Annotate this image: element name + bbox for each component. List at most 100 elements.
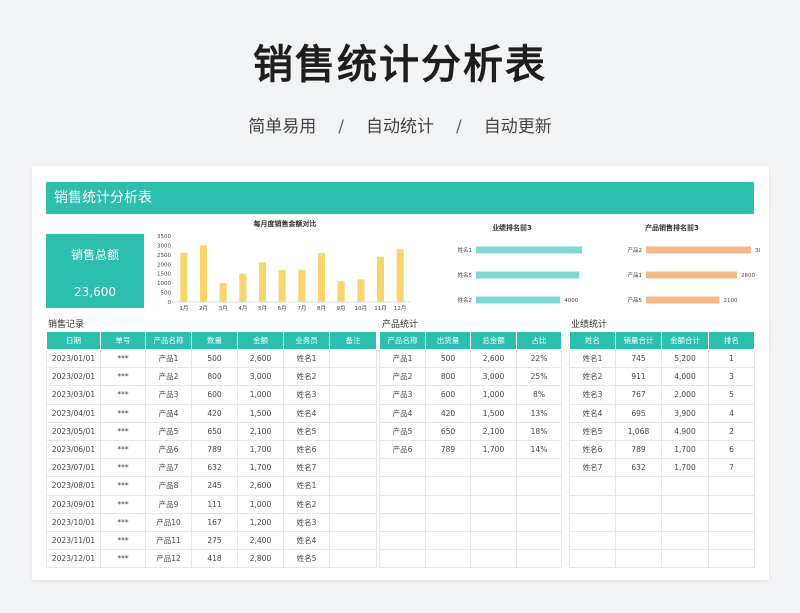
table-cell[interactable]: 产品2: [145, 367, 192, 387]
table-cell[interactable]: 2023/08/01: [46, 476, 101, 496]
table-cell[interactable]: [379, 476, 426, 496]
table-cell[interactable]: 245: [191, 476, 238, 496]
table-cell[interactable]: 3,000: [470, 367, 517, 387]
table-cell[interactable]: 1,500: [470, 403, 517, 423]
table-cell[interactable]: ***: [100, 530, 146, 551]
table-cell[interactable]: [516, 476, 562, 496]
table-cell[interactable]: 产品9: [145, 494, 192, 514]
table-cell[interactable]: 产品1: [145, 348, 192, 369]
table-cell[interactable]: [425, 458, 471, 478]
table-cell[interactable]: 18%: [516, 421, 562, 441]
table-cell[interactable]: [615, 530, 662, 551]
table-cell[interactable]: [329, 421, 377, 441]
table-cell[interactable]: 产品3: [379, 385, 426, 405]
table-cell[interactable]: ***: [100, 512, 146, 532]
table-cell[interactable]: 产品12: [145, 549, 192, 569]
table-cell[interactable]: 650: [425, 421, 471, 441]
table-cell[interactable]: 275: [191, 530, 238, 551]
table-cell[interactable]: 姓名6: [283, 439, 330, 460]
table-cell[interactable]: 800: [191, 367, 238, 387]
table-cell[interactable]: 5,200: [661, 348, 709, 369]
table-cell[interactable]: [516, 530, 562, 551]
table-cell[interactable]: [425, 494, 471, 514]
table-cell[interactable]: ***: [100, 421, 146, 441]
table-cell[interactable]: 767: [615, 385, 662, 405]
table-cell[interactable]: [379, 512, 426, 532]
table-cell[interactable]: 姓名3: [283, 512, 330, 532]
table-cell[interactable]: 姓名1: [283, 348, 330, 369]
table-cell[interactable]: [661, 512, 709, 532]
column-header[interactable]: 日期: [46, 331, 101, 350]
table-cell[interactable]: 500: [191, 348, 238, 369]
table-cell[interactable]: [425, 549, 471, 569]
column-header[interactable]: 业务员: [283, 331, 330, 350]
table-cell[interactable]: [708, 530, 755, 551]
table-cell[interactable]: 1: [708, 348, 755, 369]
table-cell[interactable]: [329, 530, 377, 551]
table-cell[interactable]: [708, 476, 755, 496]
table-cell[interactable]: 5: [708, 385, 755, 405]
table-cell[interactable]: 1,000: [237, 385, 284, 405]
table-cell[interactable]: 2023/05/01: [46, 421, 101, 441]
table-cell[interactable]: [708, 512, 755, 532]
table-cell[interactable]: [569, 494, 616, 514]
table-cell[interactable]: [569, 476, 616, 496]
table-cell[interactable]: 姓名6: [569, 439, 616, 460]
table-cell[interactable]: [329, 494, 377, 514]
table-cell[interactable]: 22%: [516, 348, 562, 369]
table-cell[interactable]: [470, 530, 517, 551]
table-cell[interactable]: 2,000: [661, 385, 709, 405]
table-cell[interactable]: 姓名2: [283, 494, 330, 514]
table-cell[interactable]: 产品6: [145, 439, 192, 460]
table-cell[interactable]: [661, 549, 709, 569]
table-cell[interactable]: ***: [100, 458, 146, 478]
table-cell[interactable]: 产品6: [379, 439, 426, 460]
table-cell[interactable]: [569, 549, 616, 569]
table-cell[interactable]: 800: [425, 367, 471, 387]
table-cell[interactable]: 产品3: [145, 385, 192, 405]
table-cell[interactable]: 产品4: [145, 403, 192, 423]
table-cell[interactable]: [425, 530, 471, 551]
table-cell[interactable]: 产品1: [379, 348, 426, 369]
table-cell[interactable]: [615, 512, 662, 532]
table-cell[interactable]: 2023/01/01: [46, 348, 101, 369]
table-cell[interactable]: 420: [191, 403, 238, 423]
table-cell[interactable]: 产品10: [145, 512, 192, 532]
table-cell[interactable]: 1,000: [470, 385, 517, 405]
table-cell[interactable]: 2,600: [237, 476, 284, 496]
table-cell[interactable]: [516, 458, 562, 478]
table-cell[interactable]: [379, 494, 426, 514]
column-header[interactable]: 产品名称: [145, 331, 192, 350]
table-cell[interactable]: 姓名3: [569, 385, 616, 405]
column-header[interactable]: 占比: [516, 331, 562, 350]
table-cell[interactable]: 111: [191, 494, 238, 514]
table-cell[interactable]: 2023/11/01: [46, 530, 101, 551]
table-cell[interactable]: 8%: [516, 385, 562, 405]
table-cell[interactable]: 1,500: [237, 403, 284, 423]
table-cell[interactable]: [569, 512, 616, 532]
table-cell[interactable]: 4,900: [661, 421, 709, 441]
table-cell[interactable]: [470, 512, 517, 532]
table-cell[interactable]: 1,000: [237, 494, 284, 514]
table-cell[interactable]: 2023/04/01: [46, 403, 101, 423]
table-cell[interactable]: 姓名4: [569, 403, 616, 423]
table-cell[interactable]: 2: [708, 421, 755, 441]
table-cell[interactable]: [379, 549, 426, 569]
table-cell[interactable]: 25%: [516, 367, 562, 387]
table-cell[interactable]: [516, 494, 562, 514]
table-cell[interactable]: 产品5: [145, 421, 192, 441]
table-cell[interactable]: [516, 549, 562, 569]
table-cell[interactable]: 600: [191, 385, 238, 405]
table-cell[interactable]: 2023/06/01: [46, 439, 101, 460]
table-cell[interactable]: 2023/09/01: [46, 494, 101, 514]
table-cell[interactable]: [329, 439, 377, 460]
table-cell[interactable]: ***: [100, 494, 146, 514]
table-cell[interactable]: [470, 458, 517, 478]
table-cell[interactable]: 姓名4: [283, 530, 330, 551]
table-cell[interactable]: 产品11: [145, 530, 192, 551]
table-cell[interactable]: 姓名3: [283, 385, 330, 405]
column-header[interactable]: 姓名: [569, 331, 616, 350]
table-cell[interactable]: 167: [191, 512, 238, 532]
column-header[interactable]: 金额: [237, 331, 284, 350]
table-cell[interactable]: 1,700: [237, 439, 284, 460]
